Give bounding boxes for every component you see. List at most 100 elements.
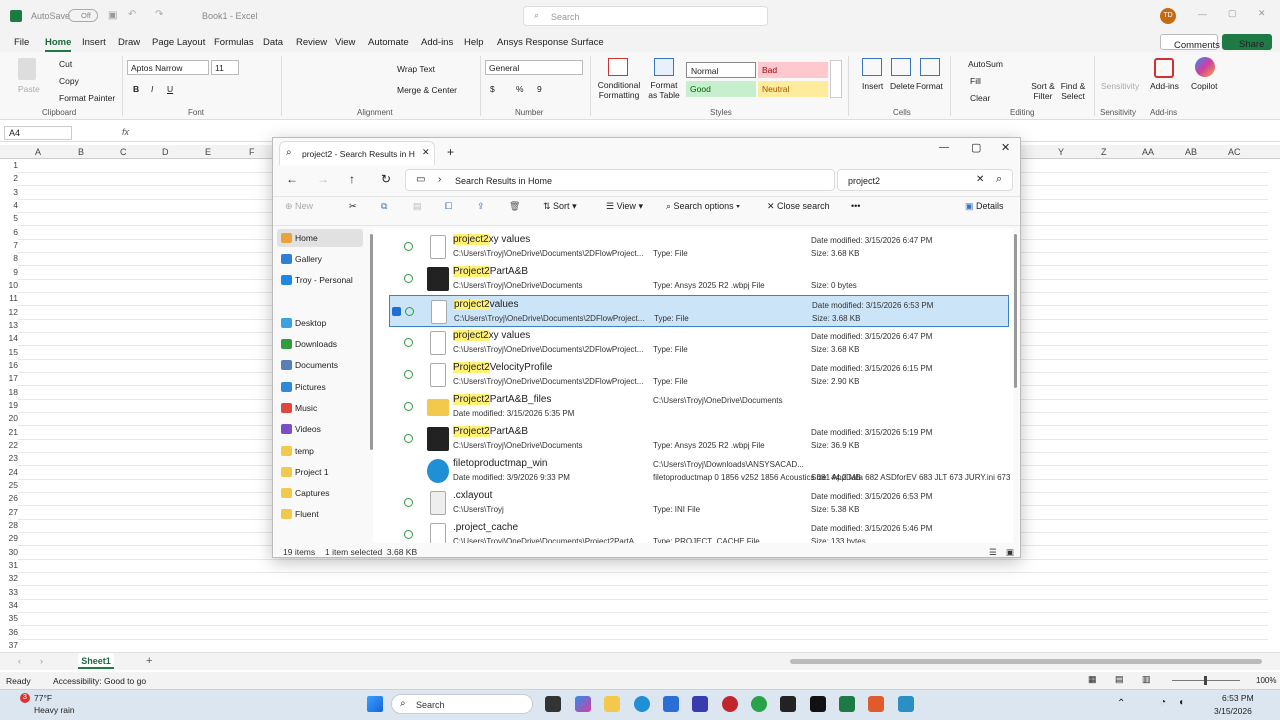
tab-file[interactable]: File — [14, 37, 29, 48]
font-name-select[interactable]: Aptos Narrow — [127, 60, 209, 75]
tab-page-layout[interactable]: Page Layout — [152, 37, 205, 48]
task-view-icon[interactable] — [545, 696, 561, 712]
row-header[interactable]: 1 — [0, 160, 18, 170]
volume-icon[interactable]: ◖ — [1178, 697, 1184, 708]
tab-draw[interactable]: Draw — [118, 37, 140, 48]
paste-button[interactable]: Paste — [18, 84, 40, 94]
store-icon[interactable] — [663, 696, 679, 712]
style-normal[interactable]: Normal — [686, 62, 756, 78]
sensitivity-button[interactable]: Sensitivity — [1101, 81, 1139, 91]
excel-search-box[interactable]: ⌕ Search — [523, 6, 768, 26]
row-header[interactable]: 33 — [0, 587, 18, 597]
row-header[interactable]: 37 — [0, 640, 18, 650]
tab-data[interactable]: Data — [263, 37, 283, 48]
network-icon[interactable]: ◔ — [1160, 697, 1166, 708]
clear-button[interactable]: Clear — [970, 93, 990, 103]
nav-item-gallery[interactable]: Gallery — [281, 254, 322, 264]
format-cells-button[interactable]: Format — [916, 81, 943, 91]
app-icon[interactable] — [751, 696, 767, 712]
paste-icon[interactable]: ▤ — [413, 201, 422, 212]
new-button[interactable]: ⊕ New — [285, 201, 313, 212]
currency-button[interactable]: $ — [490, 84, 495, 94]
column-header[interactable]: D — [162, 147, 169, 157]
clear-search-icon[interactable]: ✕ — [976, 174, 984, 185]
details-view-icon[interactable]: ☰ — [989, 547, 997, 558]
nav-item-project-1[interactable]: Project 1 — [281, 467, 329, 477]
nav-item-downloads[interactable]: Downloads — [281, 339, 337, 349]
autosave-toggle[interactable]: Off — [68, 9, 98, 22]
row-header[interactable]: 12 — [0, 307, 18, 317]
back-icon[interactable]: ← — [286, 172, 298, 186]
nav-item-captures[interactable]: Captures — [281, 488, 330, 498]
clock-date[interactable]: 3/15/2026 — [1214, 706, 1252, 716]
row-header[interactable]: 13 — [0, 320, 18, 330]
nav-item-desktop[interactable]: Desktop — [281, 318, 326, 328]
column-header[interactable]: C — [120, 147, 127, 157]
file-explorer-icon[interactable] — [604, 696, 620, 712]
row-header[interactable]: 32 — [0, 573, 18, 583]
row-header[interactable]: 8 — [0, 253, 18, 263]
italic-button[interactable]: I — [151, 84, 153, 94]
details-button[interactable]: ▣ Details — [965, 201, 1004, 212]
row-header[interactable]: 19 — [0, 400, 18, 410]
format-painter-button[interactable]: Format Painter — [59, 93, 115, 103]
row-header[interactable]: 25 — [0, 480, 18, 490]
column-header[interactable]: B — [78, 147, 84, 157]
style-neutral[interactable]: Neutral — [758, 81, 828, 97]
paste-icon[interactable] — [18, 58, 36, 80]
view-button[interactable]: ☰ View ▾ — [606, 201, 643, 212]
add-ins-button[interactable]: Add-ins — [1150, 81, 1179, 91]
column-header[interactable]: E — [205, 147, 211, 157]
nav-item-home[interactable]: Home — [277, 229, 363, 247]
prev-sheet-icon[interactable]: ‹ — [18, 656, 21, 666]
column-header[interactable]: A — [35, 147, 41, 157]
file-row[interactable]: project2xy values C:\Users\Troyj\OneDrive… — [389, 327, 1009, 359]
address-bar[interactable]: ▭ › Search Results in Home — [405, 169, 835, 191]
tab-home[interactable]: Home — [45, 37, 72, 52]
tab-view[interactable]: View — [335, 37, 355, 48]
file-row[interactable]: Project2PartA&B_files Date modified: 3/15… — [389, 391, 1009, 423]
column-header[interactable]: F — [249, 147, 255, 157]
minimize-icon[interactable]: — — [1198, 9, 1207, 19]
taskbar-search[interactable]: ⌕ Search — [391, 694, 533, 714]
maximize-icon[interactable]: ▢ — [971, 141, 981, 154]
column-header[interactable]: AB — [1185, 147, 1197, 157]
file-row[interactable]: Project2VelocityProfile C:\Users\Troyj\On… — [389, 359, 1009, 391]
cut-button[interactable]: Cut — [59, 59, 72, 69]
restore-icon[interactable]: ▢ — [1228, 8, 1237, 19]
copilot-button[interactable]: Copilot — [1191, 81, 1217, 91]
file-row[interactable]: filetoproductmap_win Date modified: 3/9/2… — [389, 455, 1013, 487]
percent-button[interactable]: % — [516, 84, 524, 94]
row-header[interactable]: 20 — [0, 413, 18, 423]
nav-item-documents[interactable]: Documents — [281, 360, 338, 370]
page-layout-view-icon[interactable]: ▤ — [1115, 674, 1124, 685]
font-size-select[interactable]: 11 — [211, 60, 239, 75]
add-sheet-icon[interactable]: + — [146, 655, 152, 667]
name-box[interactable]: A4 — [4, 126, 72, 140]
row-header[interactable]: 6 — [0, 227, 18, 237]
search-options-button[interactable]: ⌕ Search options ▾ — [666, 201, 740, 212]
copilot-app-icon[interactable] — [575, 696, 591, 712]
row-header[interactable]: 31 — [0, 560, 18, 570]
accessibility-status[interactable]: Accessibility: Good to go — [53, 676, 146, 686]
file-row[interactable]: project2values C:\Users\Troyj\OneDrive\Do… — [389, 295, 1009, 327]
nav-item-music[interactable]: Music — [281, 403, 317, 413]
styles-more-button[interactable] — [830, 60, 842, 98]
tiles-view-icon[interactable]: ▣ — [1006, 547, 1014, 558]
nav-item-temp[interactable]: temp — [281, 446, 314, 456]
format-as-table-button[interactable]: Format as Table — [645, 80, 683, 100]
row-header[interactable]: 28 — [0, 520, 18, 530]
next-sheet-icon[interactable]: › — [40, 656, 43, 666]
row-header[interactable]: 17 — [0, 373, 18, 383]
style-bad[interactable]: Bad — [758, 62, 828, 78]
copy-button[interactable]: Copy — [59, 76, 79, 86]
file-row[interactable]: Project2PartA&B C:\Users\Troyj\OneDrive\D… — [389, 423, 1009, 455]
close-icon[interactable]: ✕ — [1001, 141, 1010, 154]
normal-view-icon[interactable]: ▦ — [1088, 674, 1097, 685]
comments-button[interactable]: Comments — [1160, 34, 1220, 51]
start-icon[interactable] — [367, 696, 383, 712]
app-icon[interactable] — [868, 696, 884, 712]
sort-button[interactable]: ⇅ Sort ▾ — [543, 201, 577, 212]
share-button[interactable]: Share — [1222, 34, 1272, 50]
tab-automate[interactable]: Automate — [368, 37, 409, 48]
